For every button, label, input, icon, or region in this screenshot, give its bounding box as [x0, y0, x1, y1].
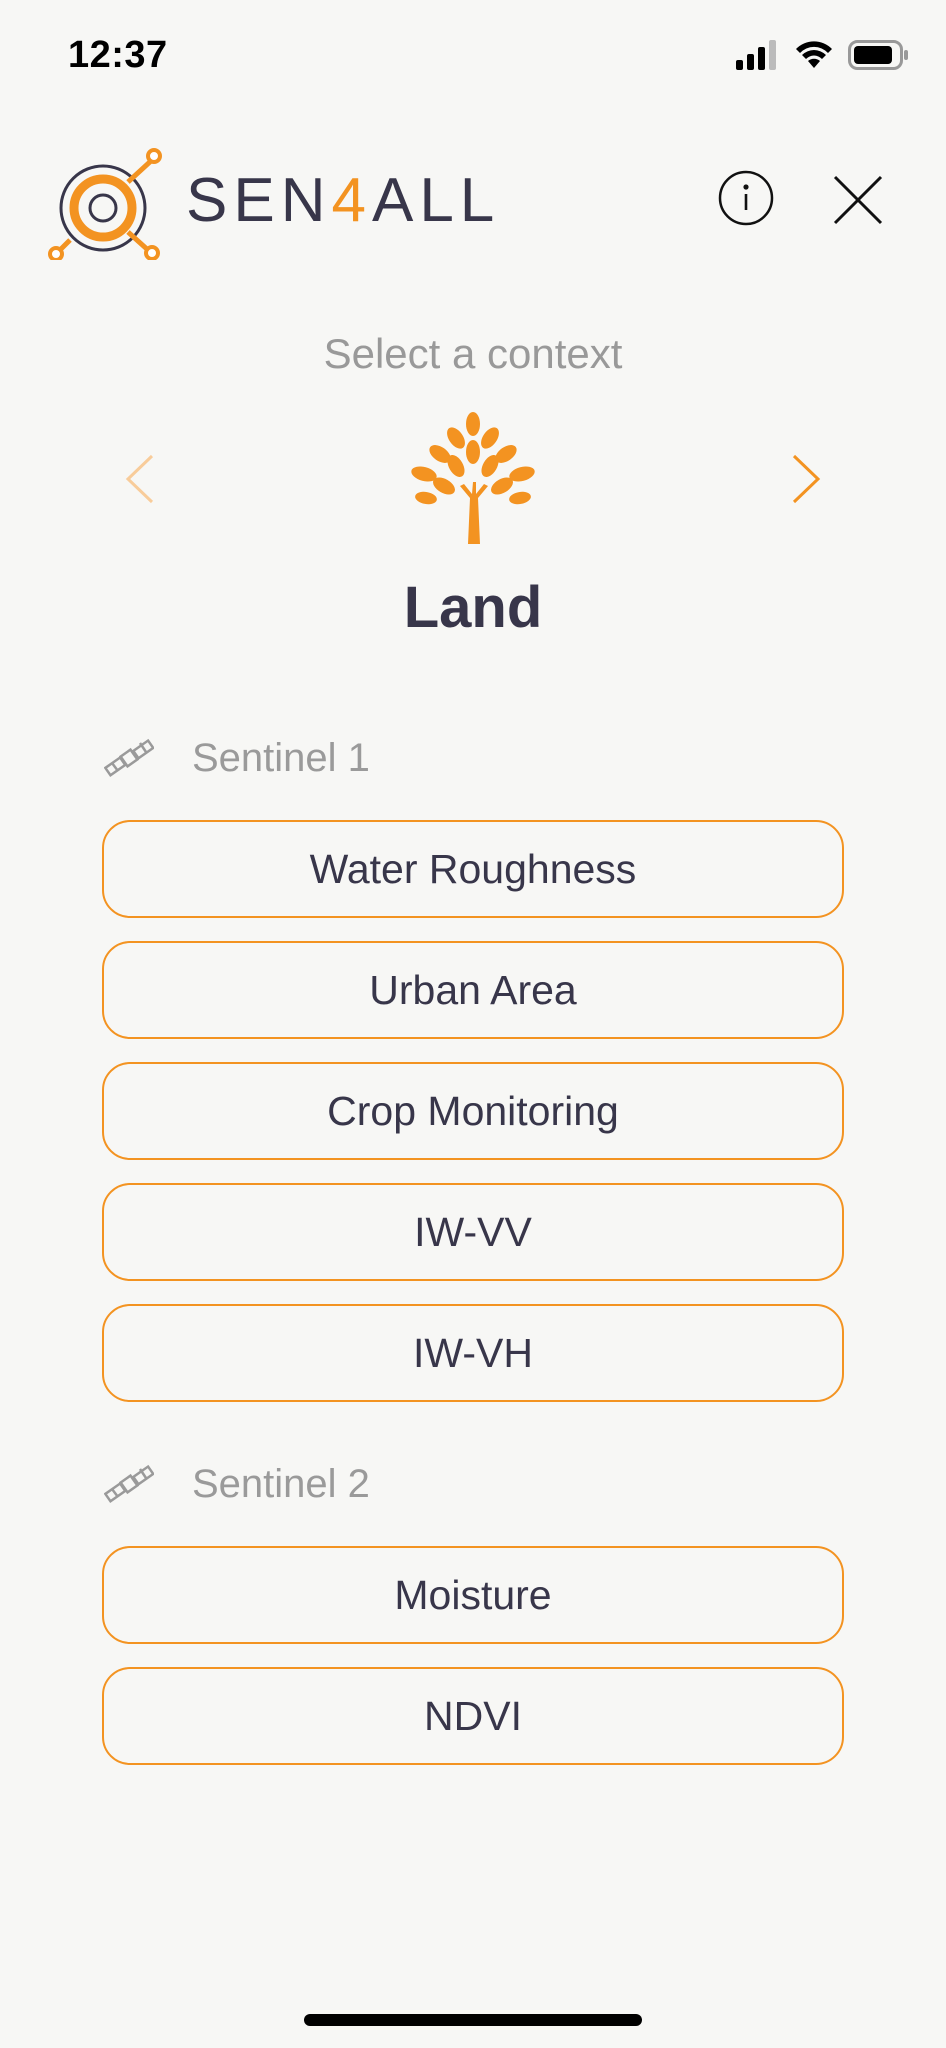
option-water-roughness-button[interactable]: Water Roughness [102, 820, 844, 918]
home-indicator[interactable] [304, 2014, 642, 2026]
logo-text-prefix: SEN [186, 165, 332, 235]
header: SEN4ALL [0, 130, 946, 270]
info-button[interactable] [718, 170, 774, 226]
option-iw-vh-button[interactable]: IW-VH [102, 1304, 844, 1402]
option-crop-monitoring-button[interactable]: Crop Monitoring [102, 1062, 844, 1160]
option-moisture-button[interactable]: Moisture [102, 1546, 844, 1644]
sen4all-logo-icon [48, 148, 162, 260]
context-title: Select a context [323, 330, 623, 377]
section-header-sentinel-1: Sentinel 1 [104, 728, 370, 788]
option-ndvi-button[interactable]: NDVI [102, 1667, 844, 1765]
next-context-button[interactable] [788, 452, 824, 506]
info-icon [718, 170, 774, 226]
logo-text-accent: 4 [331, 165, 372, 235]
satellite-icon [104, 1464, 154, 1503]
app-logo: SEN4ALL [48, 140, 500, 260]
section-header-sentinel-2: Sentinel 2 [104, 1454, 370, 1514]
section-label: Sentinel 1 [192, 735, 370, 780]
status-time: 12:37 [68, 34, 168, 76]
wifi-icon [796, 41, 832, 68]
cellular-signal-icon [736, 40, 776, 70]
context-name: Land [403, 575, 543, 640]
tree-icon [411, 412, 535, 544]
sentinel-1-option-list: Water Roughness Urban Area Crop Monitori… [102, 820, 844, 1425]
chevron-right-icon [792, 454, 821, 504]
satellite-icon [104, 738, 154, 777]
option-urban-area-button[interactable]: Urban Area [102, 941, 844, 1039]
status-icons [736, 40, 910, 70]
option-iw-vv-button[interactable]: IW-VV [102, 1183, 844, 1281]
previous-context-button[interactable] [122, 452, 158, 506]
close-button[interactable] [832, 174, 884, 226]
sentinel-2-option-list: Moisture NDVI [102, 1546, 844, 1788]
logo-text: SEN4ALL [186, 165, 500, 236]
section-label: Sentinel 2 [192, 1461, 370, 1506]
chevron-left-icon [125, 454, 154, 504]
battery-icon [848, 40, 908, 70]
logo-text-suffix: ALL [371, 165, 501, 235]
status-bar: 12:37 [0, 0, 946, 110]
close-icon [833, 175, 883, 225]
